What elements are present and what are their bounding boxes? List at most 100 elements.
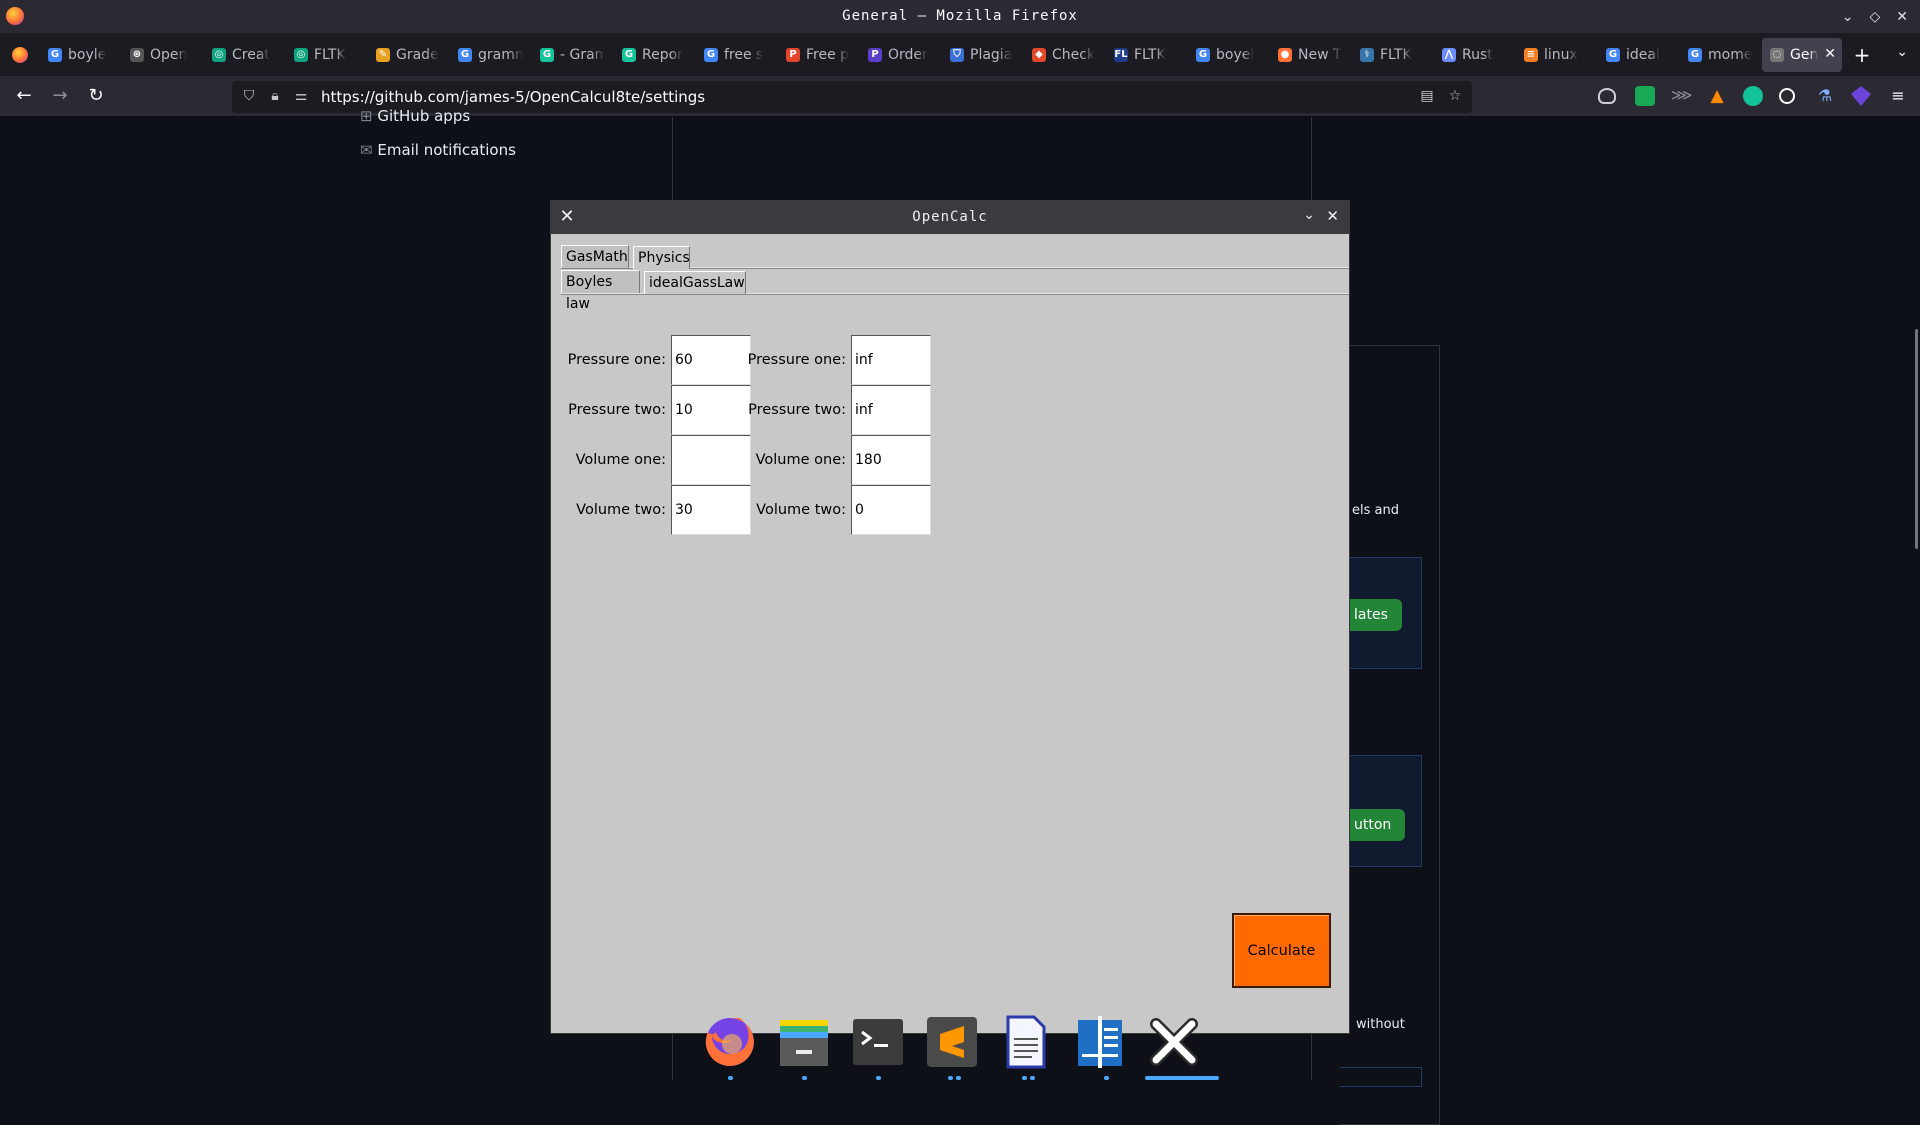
sublime-text-icon[interactable] [922,1012,982,1072]
result-volume-two-output[interactable]: 0 [851,485,931,535]
tab-label: mome [1708,46,1753,63]
browser-tab[interactable]: Gmome [1680,38,1761,72]
browser-tab[interactable]: ⛉ Plagia [942,38,1023,72]
pdf-icon: P [786,47,800,62]
result-volume-one-output[interactable]: 180 [851,435,931,485]
minimize-icon[interactable]: ⌄ [1842,9,1854,25]
menu-hamburger-icon[interactable]: ≡ [1886,84,1910,108]
browser-tab[interactable]: Ggramm [450,38,531,72]
page-scrollbar[interactable] [1915,329,1918,549]
tab-label: linux [1544,46,1578,63]
browser-tab[interactable]: P Free p [778,38,859,72]
list-all-tabs-icon[interactable]: ⌄ [1896,44,1908,60]
tab-label: FLTK [1380,46,1412,63]
browser-tab[interactable]: ✎ Grade [368,38,449,72]
browser-tab[interactable]: ◆ Check [1024,38,1105,72]
tab-label: Check [1052,46,1096,63]
browser-tab[interactable]: Gboyle [40,38,121,72]
volume-one-label: Volume one: [575,452,666,468]
close-icon[interactable]: ✕ [1896,9,1908,25]
extension-badge-icon[interactable] [1851,86,1871,106]
browser-tab[interactable]: G Repor [614,38,695,72]
google-icon: G [704,47,718,62]
bookmark-star-icon[interactable]: ☆ [1446,87,1464,105]
extension-timer-icon[interactable] [1779,88,1795,104]
browser-tab[interactable]: ◎ FLTK [286,38,367,72]
running-indicator [948,1076,953,1080]
running-indicator [802,1076,807,1080]
new-tab-button[interactable]: + [1842,43,1882,67]
opencalc-title: OpenCalc [912,209,988,225]
browser-tab[interactable]: ⊛ Open [122,38,203,72]
lock-icon[interactable]: 🔒︎ [266,87,284,105]
pressure-one-label: Pressure one: [567,352,666,368]
tab-label: Order [888,46,928,63]
active-indicator [1145,1076,1219,1080]
fltk-icon: FL [1114,47,1128,62]
running-indicator [876,1076,881,1080]
sidebar-item-email-notifications[interactable]: ✉ Email notifications [360,141,516,159]
volume-two-label: Volume two: [576,502,666,518]
python-icon: ⚕ [1360,47,1374,62]
grammarly-icon[interactable] [1743,86,1763,106]
forward-arrow-icon[interactable]: → [48,84,72,108]
browser-tab[interactable]: Gideal [1598,38,1679,72]
back-arrow-icon[interactable]: ← [12,84,36,108]
subtab-idealgasslaw[interactable]: idealGassLaw [644,271,746,294]
files-icon[interactable] [774,1012,834,1072]
tracking-shield-icon[interactable]: ⛉ [240,87,258,105]
window-title: General — Mozilla Firefox [842,8,1078,24]
browser-tab[interactable]: ◎ Creat [204,38,285,72]
tab-strip: Gboyle ⊛ Open ◎ Creat ◎ FLTK ✎ Grade Ggramm G - Gra… [0,33,1920,76]
browser-tab[interactable]: ≡ linux [1516,38,1597,72]
result-pressure-one-output[interactable]: inf [851,335,931,385]
sidebar-item-github-apps[interactable]: ⊞ GitHub apps [360,107,470,125]
terminal-icon[interactable] [848,1012,908,1072]
browser-tab[interactable]: ⋀ Rust [1434,38,1515,72]
writer-icon[interactable] [1070,1012,1130,1072]
x-icon[interactable] [1144,1012,1204,1072]
tab-label: - Gram [560,46,605,63]
reader-view-icon[interactable]: ▤ [1418,87,1436,105]
browser-tab[interactable]: ● New T [1270,38,1351,72]
extension-feed-icon[interactable]: ⋙ [1671,86,1692,106]
firefox-view-button[interactable] [0,33,40,76]
minimize-icon[interactable]: ⌄ [1303,207,1315,223]
result-pressure-two-output[interactable]: inf [851,385,931,435]
text-editor-icon[interactable] [996,1012,1056,1072]
tab-label: boyle [68,46,107,63]
browser-tab[interactable]: P Order [860,38,941,72]
browser-tab[interactable]: ⚕ FLTK [1352,38,1433,72]
tab-gasmath[interactable]: GasMath [561,245,629,268]
reload-icon[interactable]: ↻ [84,84,108,108]
vlc-cone-icon[interactable]: ▲ [1707,86,1727,106]
browser-tab[interactable]: G - Gram [532,38,613,72]
dock [700,1004,1224,1080]
tab-label: Gen [1790,46,1819,63]
extension-flask-icon[interactable]: ⚗ [1815,86,1835,106]
browser-tab[interactable]: ◌ Gen ✕ [1762,37,1842,72]
subtab-boyles-law[interactable]: Boyles law [561,270,640,312]
check-icon: ◆ [1032,47,1046,62]
maximize-icon[interactable]: ◇ [1869,9,1880,25]
close-tab-icon[interactable]: ✕ [1824,46,1836,62]
tab-label: New T [1298,46,1342,63]
close-icon[interactable]: ✕ [1326,207,1339,225]
browser-tab[interactable]: Gfree s [696,38,777,72]
calculate-button[interactable]: Calculate [1232,913,1331,988]
rust-icon: ⋀ [1442,47,1456,62]
extension-green-icon[interactable] [1635,86,1655,106]
window-titlebar: General — Mozilla Firefox ⌄ ◇ ✕ [0,0,1920,33]
running-indicator [728,1076,733,1080]
tab-physics[interactable]: Physics [633,246,690,269]
permissions-icon[interactable]: ⚌ [292,87,310,105]
running-indicator [956,1076,961,1080]
browser-tab[interactable]: FL FLTK [1106,38,1187,72]
chatgpt-icon: ◎ [294,47,308,62]
pocket-icon[interactable] [1598,88,1616,104]
loading-icon: ◌ [1770,47,1784,62]
browser-tab[interactable]: Gboyel [1188,38,1269,72]
running-indicator [1030,1076,1035,1080]
tab-label: Free p [806,46,850,63]
firefox-icon[interactable] [700,1012,760,1072]
